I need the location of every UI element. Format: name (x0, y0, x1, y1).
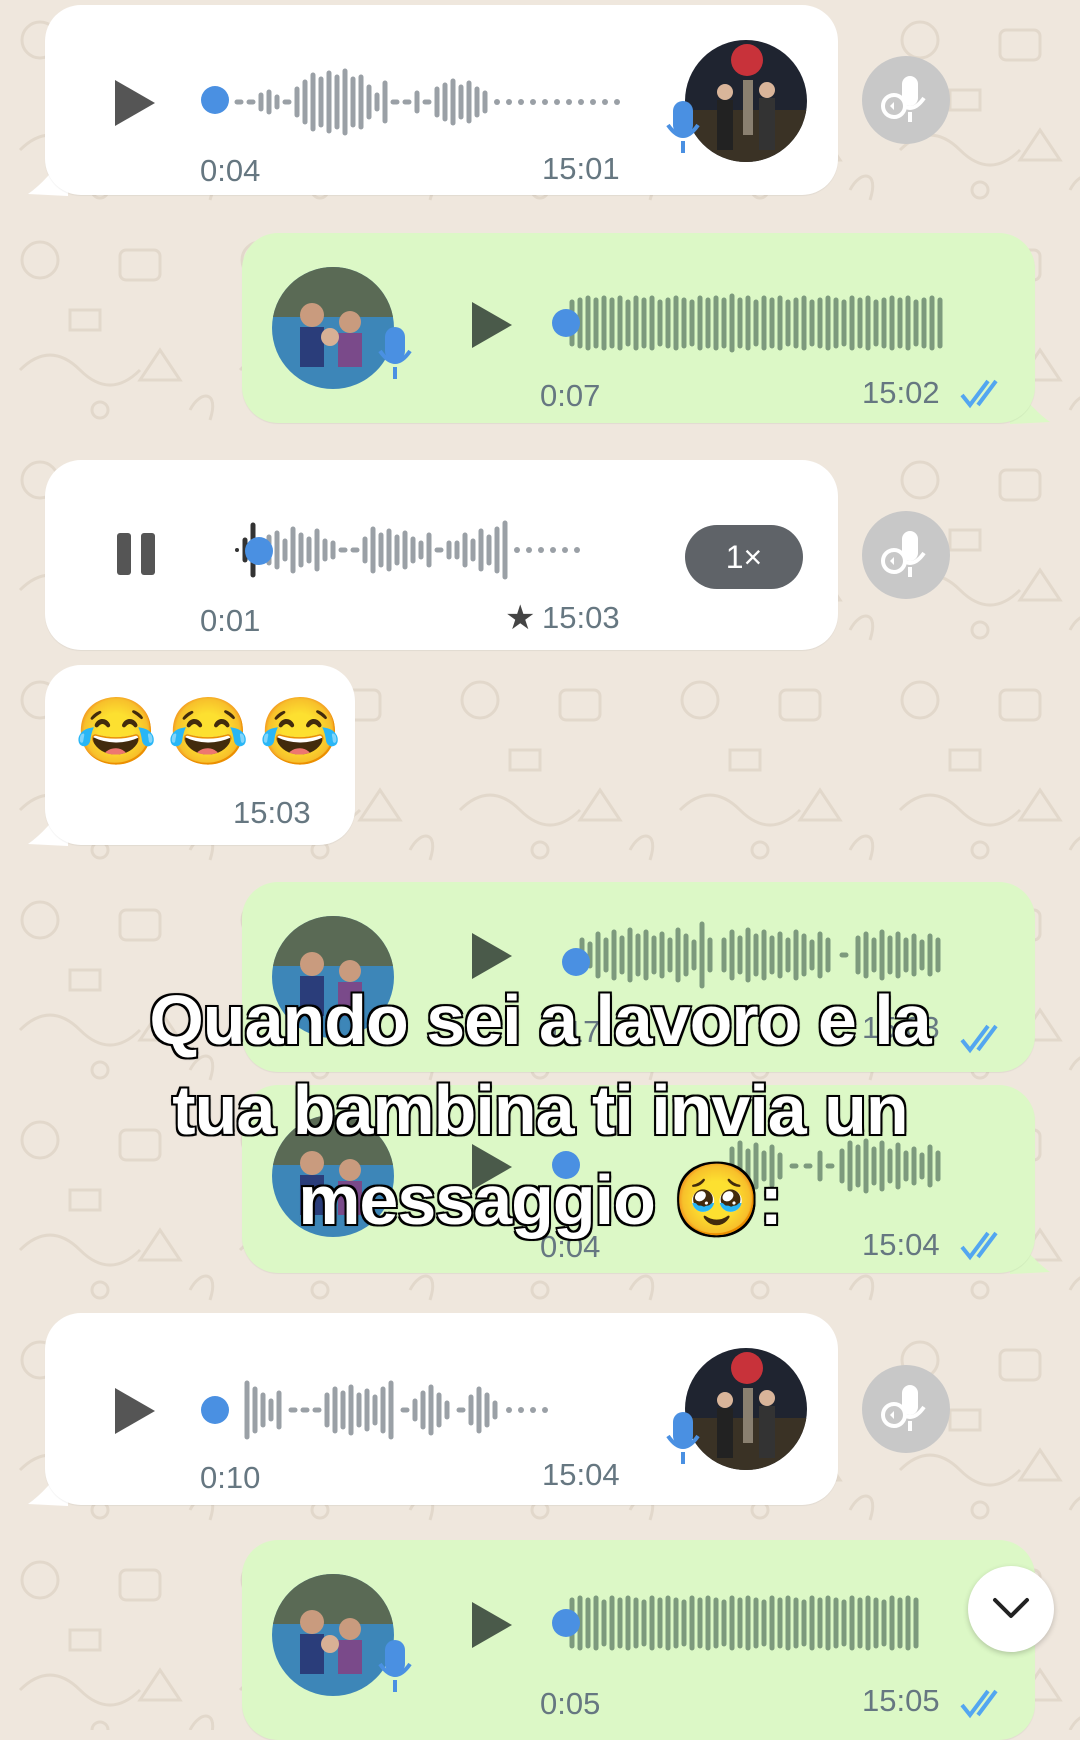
forward-voice-button[interactable] (862, 511, 950, 599)
voice-waveform[interactable] (552, 288, 992, 358)
message-time: 15:01 (542, 151, 620, 186)
playback-position[interactable] (552, 309, 580, 337)
forward-voice-button[interactable] (862, 56, 950, 144)
forward-voice-button[interactable] (862, 1365, 950, 1453)
double-check-icon (960, 1689, 998, 1719)
message-time: 15:03 (233, 795, 311, 830)
playback-position[interactable] (245, 537, 273, 565)
play-icon (115, 1388, 155, 1434)
mic-icon (378, 1640, 412, 1692)
voice-message-incoming[interactable]: 1× 0:01 ★ 15:03 (45, 460, 838, 650)
play-icon (472, 933, 512, 979)
playback-position[interactable] (201, 86, 229, 114)
voice-message-incoming[interactable]: 0:10 15:04 (45, 1313, 838, 1505)
play-button[interactable] (462, 1595, 522, 1655)
play-icon (115, 80, 155, 126)
voice-duration: 0:07 (540, 378, 601, 413)
video-caption-overlay: Quando sei a lavoro e la tua bambina ti … (80, 975, 1000, 1245)
message-time: 15:03 (542, 600, 620, 635)
voice-waveform[interactable] (197, 1375, 677, 1445)
play-icon (472, 1602, 512, 1648)
voice-message-incoming[interactable]: 0:04 15:01 (45, 5, 838, 195)
mic-icon (378, 327, 412, 379)
message-time: 15:04 (542, 1457, 620, 1492)
sender-avatar[interactable] (272, 1574, 394, 1696)
chevron-down-icon (993, 1598, 1029, 1618)
sender-avatar[interactable] (272, 267, 394, 389)
message-time: 15:05 (862, 1683, 940, 1718)
pause-icon (117, 533, 155, 575)
pause-button[interactable] (107, 524, 167, 584)
voice-duration: 0:01 (200, 603, 261, 638)
play-button[interactable] (105, 1381, 165, 1441)
play-button[interactable] (105, 73, 165, 133)
voice-message-outgoing[interactable]: 0:07 15:02 (242, 233, 1035, 423)
voice-duration: 0:05 (540, 1686, 601, 1721)
double-check-icon (960, 379, 998, 409)
playback-speed-button[interactable]: 1× (685, 525, 803, 589)
emoji-text: 😂😂😂 (75, 694, 352, 768)
scroll-to-bottom-button[interactable] (968, 1566, 1054, 1652)
text-message-incoming[interactable]: 😂😂😂 15:03 (45, 665, 355, 845)
voice-duration: 0:10 (200, 1460, 261, 1495)
message-time: 15:02 (862, 375, 940, 410)
sender-avatar[interactable] (685, 40, 807, 162)
caption-line: messaggio 🥹: (297, 1160, 785, 1241)
voice-waveform[interactable] (197, 67, 677, 137)
sender-avatar[interactable] (685, 1348, 807, 1470)
caption-line: tua bambina ti invia un (171, 1070, 910, 1151)
play-button[interactable] (462, 295, 522, 355)
forward-voice-icon (881, 76, 926, 122)
play-icon (472, 302, 512, 348)
playback-position[interactable] (201, 1396, 229, 1424)
playback-position[interactable] (562, 948, 590, 976)
voice-message-outgoing[interactable]: 0:05 15:05 (242, 1540, 1035, 1740)
caption-line: Quando sei a lavoro e la (148, 980, 933, 1061)
voice-waveform[interactable] (552, 1588, 992, 1658)
forward-voice-icon (881, 531, 926, 577)
forward-voice-icon (881, 1385, 926, 1431)
mic-icon (666, 101, 700, 153)
mic-icon (666, 1412, 700, 1464)
star-icon: ★ (505, 599, 536, 637)
voice-duration: 0:04 (200, 153, 261, 188)
playback-position[interactable] (552, 1609, 580, 1637)
